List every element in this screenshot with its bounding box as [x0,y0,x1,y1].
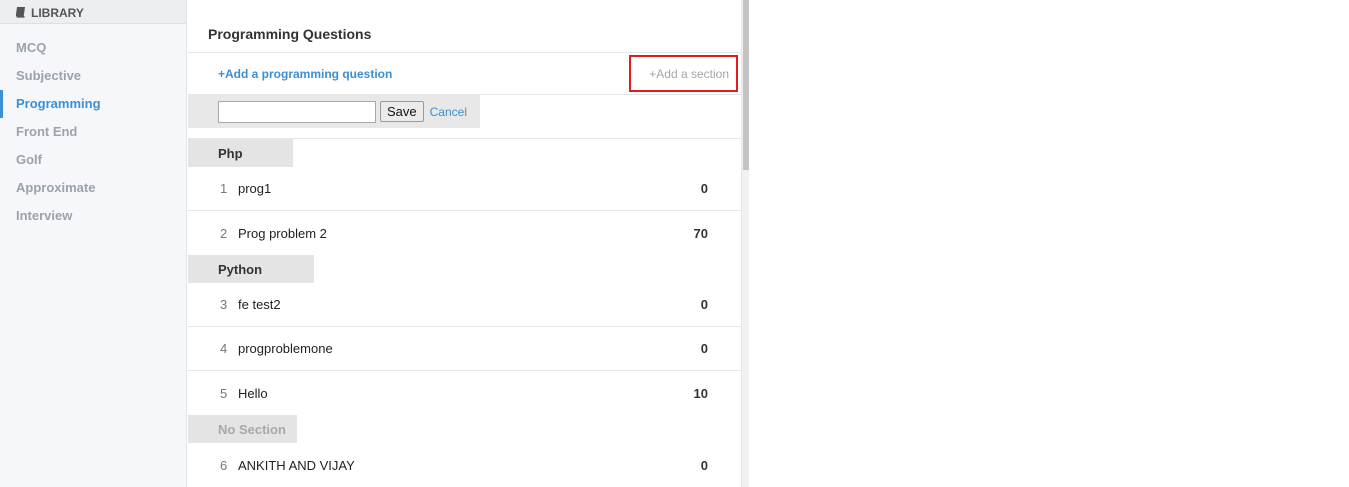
questions-panel: Programming Questions +Add a programming… [188,0,741,487]
question-score: 0 [700,457,708,473]
section-none: No Section 6 ANKITH AND VIJAY 0 [188,415,741,487]
vertical-scrollbar[interactable] [741,0,749,487]
sidebar-item-subjective[interactable]: Subjective [0,62,186,90]
sidebar-item-interview[interactable]: Interview [0,202,186,230]
add-section-form: Save Cancel [188,95,480,128]
question-number: 1 [220,181,228,196]
section-header: Python [188,255,314,283]
section-header: No Section [188,415,297,443]
book-icon [16,7,26,18]
question-name[interactable]: ANKITH AND VIJAY [238,458,701,473]
question-number: 5 [220,385,228,401]
question-row[interactable]: 5 Hello 10 [188,371,741,415]
question-name[interactable]: prog1 [238,181,701,196]
cancel-link[interactable]: Cancel [430,105,467,119]
question-name[interactable]: Hello [238,386,694,401]
question-score: 0 [700,341,708,356]
section-python: Python 3 fe test2 0 4 progproblemone 0 5… [188,255,741,415]
sidebar-item-programming[interactable]: Programming [0,90,186,118]
question-score: 10 [693,385,708,401]
library-title: LIBRARY [31,5,84,20]
question-score: 0 [700,181,708,196]
section-header: Php [188,139,293,167]
library-header: LIBRARY [0,0,186,24]
section-form-row: Save Cancel [188,95,741,139]
scrollbar-thumb[interactable] [743,0,749,170]
question-row[interactable]: 3 fe test2 0 [188,283,741,327]
section-php: Php 1 prog1 0 2 Prog problem 2 70 [188,139,741,255]
question-row[interactable]: 6 ANKITH AND VIJAY 0 [188,443,741,487]
question-number: 4 [220,341,228,356]
question-score: 70 [693,225,708,241]
question-row[interactable]: 4 progproblemone 0 [188,327,741,371]
actions-bar: +Add a programming question +Add a secti… [188,53,741,95]
question-name[interactable]: fe test2 [238,297,701,312]
question-score: 0 [700,297,708,312]
sidebar: LIBRARY MCQ Subjective Programming Front… [0,0,187,487]
page-title: Programming Questions [188,0,741,53]
sidebar-item-approximate[interactable]: Approximate [0,174,186,202]
question-name[interactable]: Prog problem 2 [238,226,694,241]
sidebar-item-golf[interactable]: Golf [0,146,186,174]
add-programming-question-link[interactable]: +Add a programming question [218,67,392,81]
question-row[interactable]: 2 Prog problem 2 70 [188,211,741,255]
sidebar-item-mcq[interactable]: MCQ [0,34,186,62]
save-button[interactable]: Save [380,101,424,122]
sidebar-item-front-end[interactable]: Front End [0,118,186,146]
question-number: 6 [220,457,228,473]
question-row[interactable]: 1 prog1 0 [188,167,741,211]
question-number: 3 [220,297,228,312]
sidebar-nav: MCQ Subjective Programming Front End Gol… [0,34,186,230]
question-name[interactable]: progproblemone [238,341,701,356]
add-section-link[interactable]: +Add a section [649,67,729,81]
section-name-input[interactable] [218,100,376,123]
question-number: 2 [220,225,228,241]
